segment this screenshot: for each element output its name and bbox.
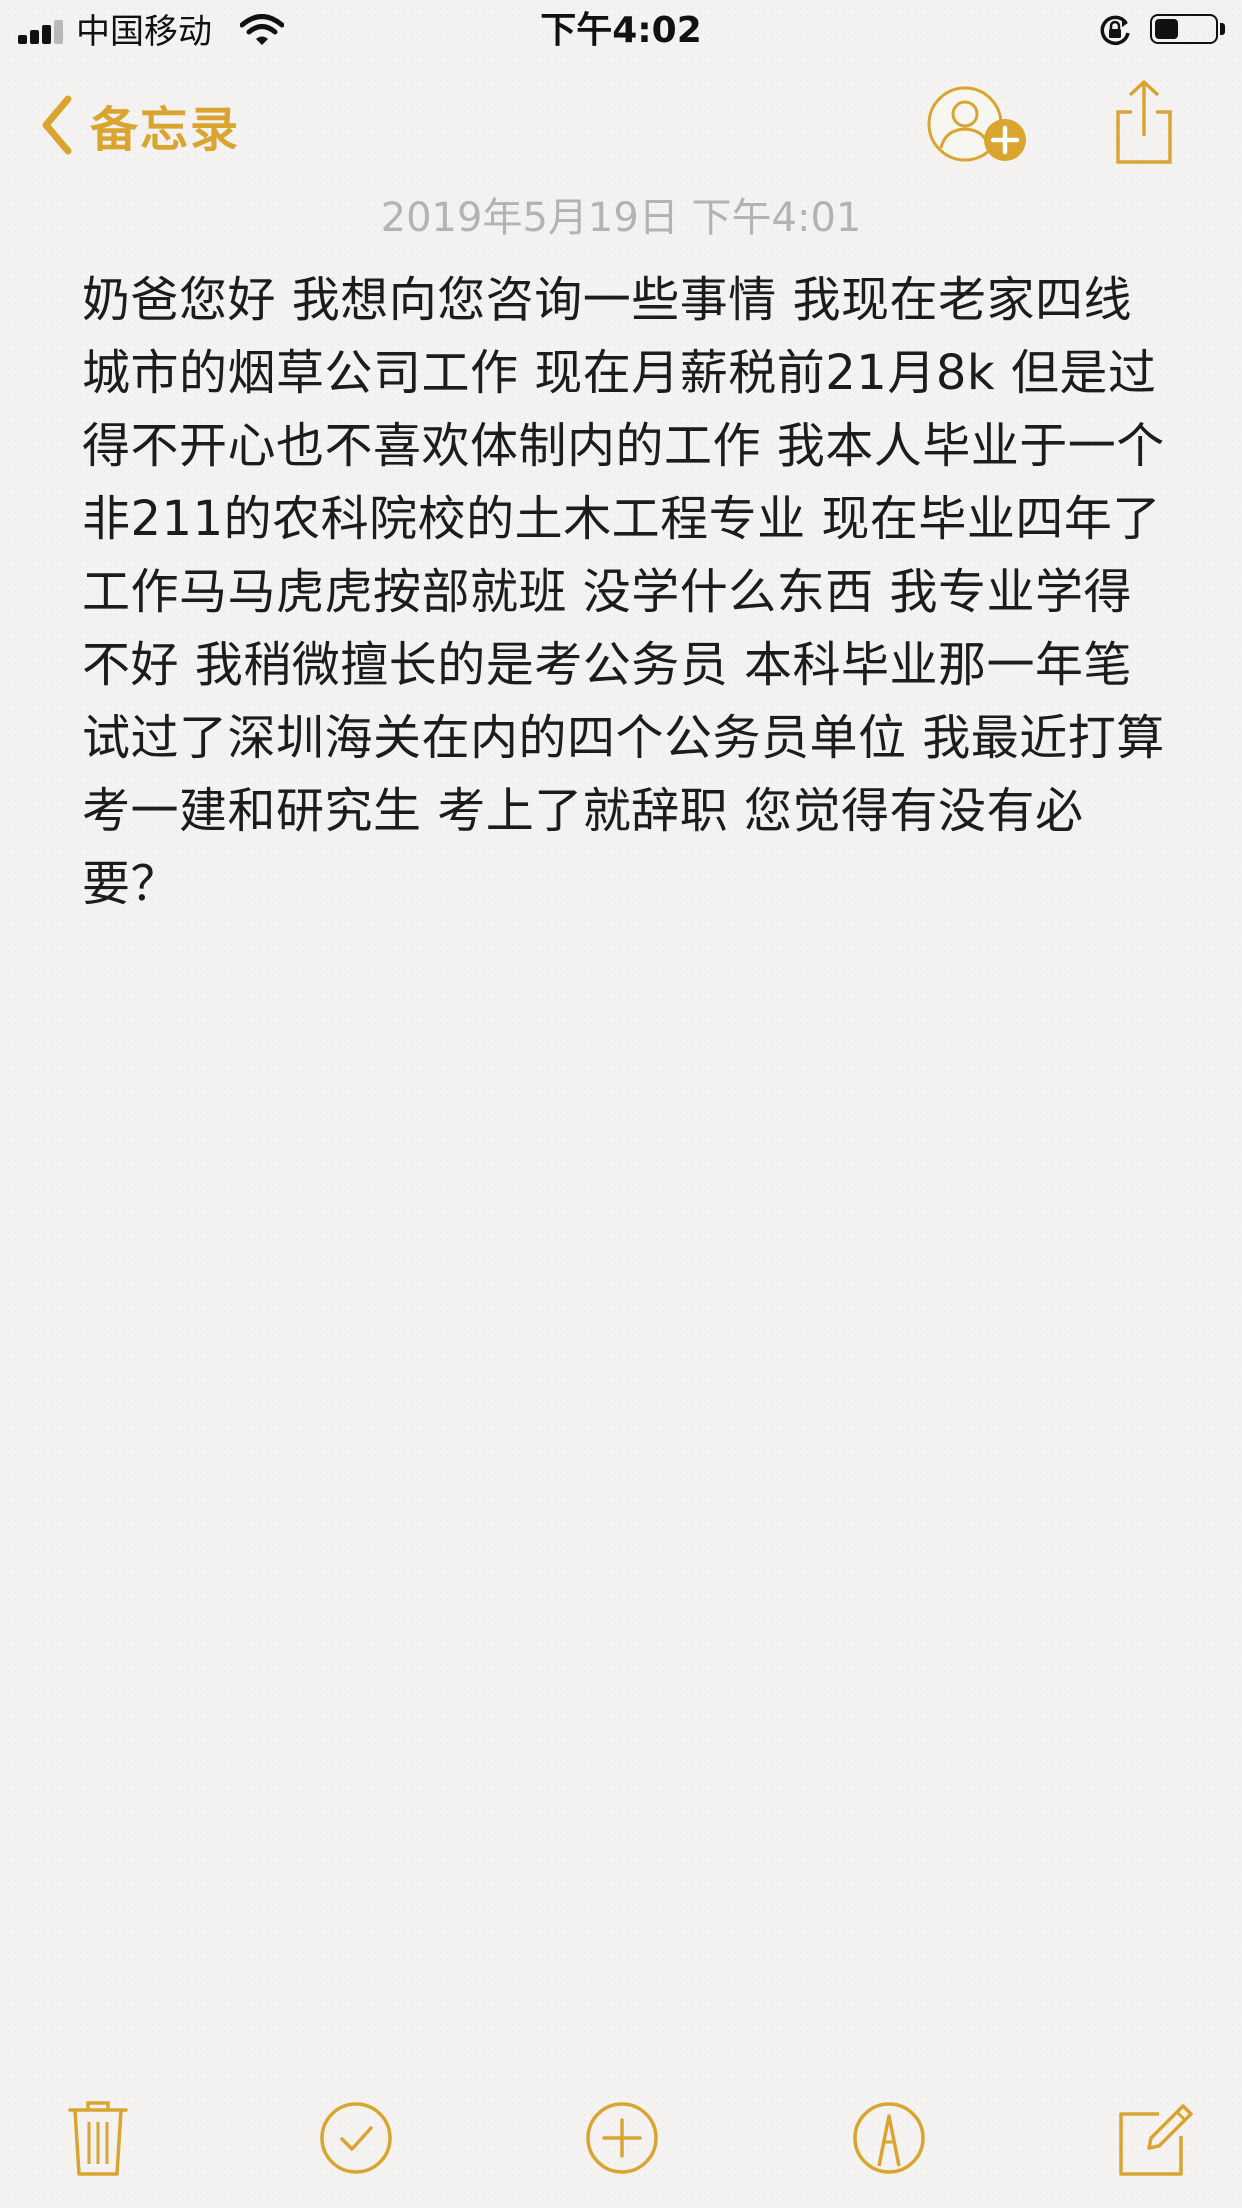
- add-attachment-button[interactable]: [582, 2098, 662, 2178]
- back-button[interactable]: 备忘录: [40, 90, 240, 160]
- battery-icon: [1150, 14, 1218, 44]
- note-body-text[interactable]: 奶爸您好 我想向您咨询一些事情 我现在老家四线城市的烟草公司工作 现在月薪税前2…: [82, 264, 1172, 921]
- battery-level-fill: [1155, 19, 1178, 39]
- status-time: 下午4:02: [540, 10, 702, 51]
- back-label: 备忘录: [90, 102, 241, 158]
- battery-cap: [1220, 23, 1225, 35]
- add-people-icon: [927, 86, 1026, 162]
- rotation-lock-icon: [1100, 15, 1130, 46]
- note-date: 2019年5月19日 下午4:01: [380, 195, 862, 241]
- markup-button[interactable]: [849, 2098, 929, 2178]
- compose-button[interactable]: [1115, 2098, 1195, 2178]
- status-bar: 中国移动 下午4:02: [0, 0, 1242, 62]
- checklist-button[interactable]: [316, 2098, 396, 2178]
- add-icon: [586, 2102, 658, 2174]
- compose-icon: [1119, 2104, 1193, 2176]
- markup-icon: [853, 2102, 925, 2174]
- delete-note-button[interactable]: [58, 2098, 138, 2178]
- trash-icon: [68, 2101, 128, 2176]
- chevron-left-icon: [42, 95, 72, 155]
- checklist-icon: [320, 2102, 392, 2174]
- share-icon: [1116, 80, 1172, 164]
- share-button[interactable]: [1112, 78, 1176, 166]
- add-people-button[interactable]: [925, 82, 1035, 172]
